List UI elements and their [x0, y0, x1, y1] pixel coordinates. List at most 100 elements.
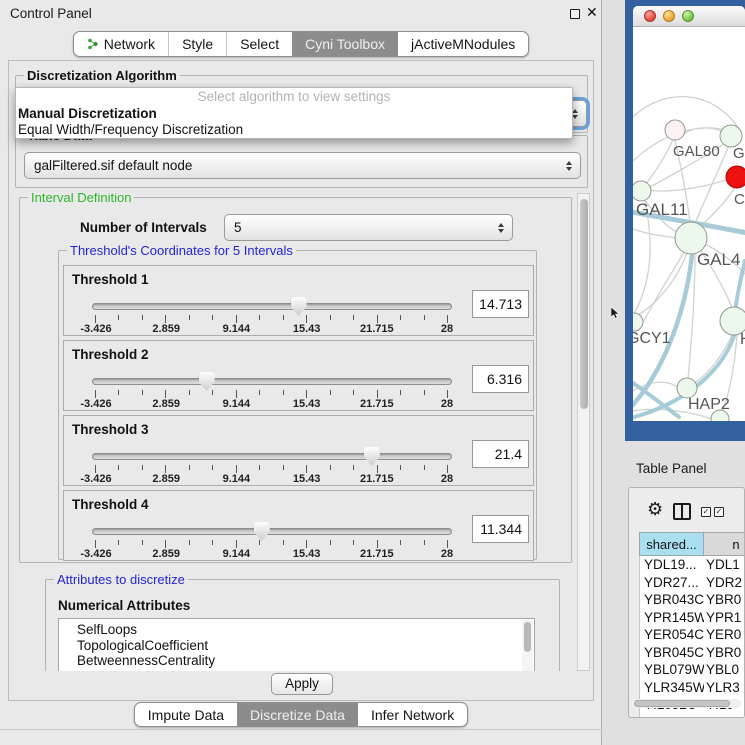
popup-placeholder-item[interactable]: Select algorithm to view settings [16, 89, 572, 106]
settings-scroll-thumb[interactable] [580, 199, 588, 409]
tab-select[interactable]: Select [226, 32, 292, 56]
network-node-gcy1[interactable] [633, 313, 643, 331]
network-node-gal11[interactable] [633, 181, 651, 201]
bottom-tab-infer-network[interactable]: Infer Network [358, 703, 467, 726]
network-canvas[interactable]: GAL80G.CGAL11GAL4GCY1HHAP2 [633, 27, 745, 421]
network-node-gal80[interactable] [665, 120, 685, 140]
network-window: GAL80G.CGAL11GAL4GCY1HHAP2 [633, 6, 745, 421]
network-node-label: H [740, 331, 745, 348]
network-node-hap2[interactable] [677, 378, 697, 398]
threshold-slider-track[interactable] [92, 453, 452, 460]
table-row[interactable]: YLR345WYLR3 [640, 679, 745, 697]
settings-scroll-pane: Interval Definition Number of Intervals … [15, 193, 590, 671]
gear-icon[interactable]: ⚙ [647, 500, 663, 518]
major-tick [447, 540, 448, 548]
network-edge[interactable] [699, 187, 735, 228]
tick-label: 28 [441, 323, 453, 335]
tab-tab-label: jActiveMNodules [411, 36, 515, 52]
threshold-value-field[interactable]: 21.4 [472, 440, 529, 468]
threshold-slider-track[interactable] [92, 303, 452, 310]
table-row[interactable]: YBR043CYBR0 [640, 591, 745, 609]
network-edge[interactable] [633, 97, 739, 129]
chevron-up-down-icon [566, 161, 572, 171]
table-row[interactable]: YDR27...YDR2 [640, 574, 745, 592]
threshold-slider-thumb[interactable] [199, 372, 215, 391]
close-icon[interactable]: ✕ [586, 4, 598, 21]
table-row[interactable]: YDL19...YDL1 [640, 556, 745, 574]
node-attribute-table: shared...n YDL19...YDL1YDR27...YDR2YBR04… [639, 532, 745, 718]
tick-label: 9.144 [223, 398, 251, 410]
list-item[interactable]: SelfLoops [59, 622, 534, 638]
table-cell: YBR043C [640, 591, 704, 609]
bottom-divider [0, 729, 602, 730]
minor-tick [142, 390, 143, 395]
attributes-group: Attributes to discretize Numerical Attri… [45, 579, 560, 671]
table-row[interactable]: YPR145WYPR1 [640, 609, 745, 627]
network-edge[interactable] [695, 335, 732, 383]
network-node-c[interactable] [726, 166, 745, 188]
threshold-slider-thumb[interactable] [291, 297, 307, 316]
tick-label: 21.715 [360, 398, 394, 410]
minor-tick [424, 315, 425, 320]
table-row[interactable]: YER054CYER0 [640, 626, 745, 644]
table-column-header[interactable]: n [704, 532, 745, 556]
threshold-slider-track[interactable] [92, 528, 452, 535]
tick-label: 21.715 [360, 473, 394, 485]
minor-tick [353, 315, 354, 320]
apply-button[interactable]: Apply [271, 673, 333, 695]
attributes-list-scrollbar[interactable] [522, 620, 533, 671]
tick-label: 9.144 [223, 548, 251, 560]
popup-option-equal-width[interactable]: Equal Width/Frequency Discretization [16, 122, 572, 139]
threshold-value-field[interactable]: 11.344 [472, 515, 529, 543]
threshold-slider-thumb[interactable] [364, 447, 380, 466]
traffic-light-minimize-icon[interactable] [663, 10, 675, 22]
minor-tick [142, 465, 143, 470]
attributes-list-scroll-thumb[interactable] [524, 622, 531, 652]
numerical-attributes-label: Numerical Attributes [58, 598, 190, 613]
list-item[interactable]: TopologicalCoefficient [59, 638, 534, 654]
tab-jactivemnodules[interactable]: jActiveMNodules [398, 32, 528, 56]
threshold-slider-track[interactable] [92, 378, 452, 385]
tab-style[interactable]: Style [168, 32, 226, 56]
major-tick [165, 390, 166, 398]
network-edge[interactable] [633, 253, 687, 319]
table-cell: YDL1 [704, 556, 745, 574]
table-column-header[interactable]: shared... [639, 532, 704, 556]
checkbox-icon[interactable]: ✓ [714, 507, 724, 517]
network-edge[interactable] [650, 180, 726, 191]
split-columns-icon[interactable] [673, 503, 691, 520]
major-tick [95, 465, 96, 473]
bottom-tab-tab-label: Impute Data [148, 707, 224, 723]
minor-tick [330, 540, 331, 545]
table-row[interactable]: YBL079WYBL0 [640, 661, 745, 679]
minor-tick [142, 315, 143, 320]
table-hscroll-thumb[interactable] [634, 700, 730, 707]
traffic-light-close-icon[interactable] [644, 10, 656, 22]
tick-label: 15.43 [293, 323, 321, 335]
minor-tick [283, 390, 284, 395]
list-item[interactable]: BetweennessCentrality [59, 653, 534, 669]
tab-cyni-toolbox[interactable]: Cyni Toolbox [292, 32, 398, 56]
table-data-combobox[interactable]: galFiltered.sif default node [24, 152, 581, 179]
screen: Control Panel ✕ NetworkStyleSelectCyni T… [0, 0, 745, 745]
float-window-icon[interactable] [570, 9, 580, 19]
network-edge[interactable] [633, 202, 650, 325]
popup-option-manual-discretization[interactable]: Manual Discretization [16, 106, 572, 123]
traffic-light-zoom-icon[interactable] [682, 10, 694, 22]
table-cell: YLR3 [704, 679, 745, 697]
thresholds-group-label: Threshold's Coordinates for 5 Intervals [67, 243, 296, 258]
bottom-tab-impute-data[interactable]: Impute Data [135, 703, 237, 726]
threshold-panel-4: Threshold 4-3.4262.8599.14415.4321.71528… [63, 490, 534, 561]
network-node-label: GCY1 [633, 330, 671, 347]
bottom-tab-discretize-data[interactable]: Discretize Data [237, 703, 358, 726]
checkbox-icon[interactable]: ✓ [701, 507, 711, 517]
threshold-slider-thumb[interactable] [254, 522, 270, 541]
threshold-value-field[interactable]: 6.316 [472, 365, 529, 393]
settings-vertical-scrollbar[interactable] [577, 193, 590, 671]
network-node-g[interactable] [720, 125, 742, 147]
number-of-intervals-combobox[interactable]: 5 [224, 214, 513, 241]
tab-network[interactable]: Network [74, 32, 168, 56]
threshold-value-field[interactable]: 14.713 [472, 290, 529, 318]
table-row[interactable]: YBR045CYBR0 [640, 644, 745, 662]
table-horizontal-scrollbar[interactable] [631, 699, 741, 708]
